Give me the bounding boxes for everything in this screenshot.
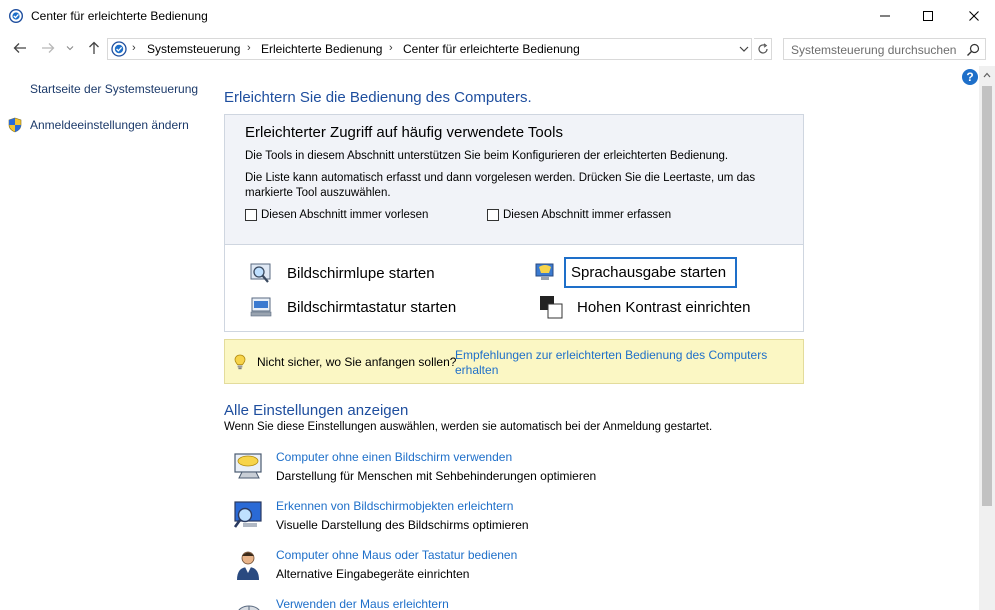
checkbox-box[interactable] (245, 209, 257, 221)
quick-access-title: Erleichterter Zugriff auf häufig verwend… (245, 124, 563, 141)
vertical-scrollbar[interactable] (979, 66, 995, 610)
maximize-button[interactable] (905, 0, 951, 32)
checkbox-box[interactable] (487, 209, 499, 221)
refresh-button[interactable] (754, 38, 772, 60)
keyboard-focus-outline (564, 257, 737, 288)
checkbox-label: Diesen Abschnitt immer erfassen (503, 209, 672, 221)
monitor-speech-icon (234, 453, 262, 479)
setting-without-display-link[interactable]: Computer ohne einen Bildschirm verwenden (276, 450, 512, 464)
start-on-screen-keyboard-button[interactable]: Bildschirmtastatur starten (249, 295, 456, 319)
scroll-up-icon[interactable] (983, 72, 991, 78)
address-dropdown-icon[interactable] (737, 42, 751, 56)
breadcrumb-separator: › (247, 42, 251, 54)
close-button[interactable] (951, 0, 995, 32)
breadcrumb-erleichterte-bedienung[interactable]: Erleichterte Bedienung (261, 42, 382, 56)
quick-access-tools-panel: Erleichterter Zugriff auf häufig verwend… (224, 114, 804, 332)
narrator-icon (535, 263, 554, 280)
chevron-down-icon (66, 46, 74, 51)
refresh-icon (757, 43, 768, 54)
get-recommendations-link[interactable]: Empfehlungen zur erleichterten Bedienung… (455, 348, 785, 378)
setting-easier-to-see: Erkennen von Bildschirmobjekten erleicht… (232, 499, 832, 539)
lightbulb-icon (234, 354, 246, 370)
forward-button[interactable] (38, 39, 58, 57)
arrow-right-icon (42, 43, 55, 53)
breadcrumb-separator: › (389, 42, 393, 54)
title-bar: Center für erleichterte Bedienung (0, 0, 995, 32)
maximize-icon (923, 11, 933, 21)
search-box[interactable] (783, 38, 986, 60)
on-screen-keyboard-label: Bildschirmtastatur starten (287, 298, 457, 316)
ease-of-access-icon (9, 9, 23, 23)
all-settings-heading: Alle Einstellungen anzeigen (224, 402, 409, 419)
help-icon: ? (966, 70, 974, 84)
uac-shield-icon (8, 117, 22, 133)
setting-easier-mouse-link[interactable]: Verwenden der Maus erleichtern (276, 597, 449, 610)
setting-without-mouse-keyboard-description: Alternative Eingabegeräte einrichten (276, 567, 470, 581)
address-bar[interactable]: › Systemsteuerung › Erleichterte Bedienu… (107, 38, 752, 60)
magnifier-label: Bildschirmlupe starten (287, 264, 435, 282)
arrow-up-icon (89, 41, 99, 54)
setting-easier-to-see-description: Visuelle Darstellung des Bildschirms opt… (276, 518, 529, 532)
setting-without-display: Computer ohne einen Bildschirm verwenden… (232, 450, 832, 490)
high-contrast-label: Hohen Kontrast einrichten (577, 298, 751, 316)
control-panel-icon (111, 41, 127, 57)
arrow-left-icon (13, 43, 26, 53)
setting-without-mouse-keyboard-link[interactable]: Computer ohne Maus oder Tastatur bediene… (276, 548, 517, 562)
always-read-checkbox[interactable]: Diesen Abschnitt immer vorlesen (245, 209, 428, 221)
back-button[interactable] (10, 39, 30, 57)
setup-high-contrast-button[interactable]: Hohen Kontrast einrichten (539, 295, 750, 319)
window-title: Center für erleichterte Bedienung (31, 9, 208, 23)
help-button[interactable]: ? (962, 69, 978, 85)
setting-without-mouse-keyboard: Computer ohne Maus oder Tastatur bediene… (232, 548, 832, 588)
start-magnifier-button[interactable]: Bildschirmlupe starten (249, 261, 435, 285)
page-title: Erleichtern Sie die Bedienung des Comput… (224, 89, 532, 106)
up-button[interactable] (84, 39, 104, 57)
setting-easier-mouse: Verwenden der Maus erleichtern (232, 597, 832, 610)
setting-easier-to-see-link[interactable]: Erkennen von Bildschirmobjekten erleicht… (276, 499, 513, 513)
search-input[interactable] (791, 42, 961, 57)
keyboard-icon (250, 297, 272, 317)
quick-access-description: Die Tools in diesem Abschnitt unterstütz… (245, 150, 729, 162)
close-icon (969, 11, 979, 21)
mouse-icon (238, 605, 260, 610)
tip-label: Nicht sicher, wo Sie anfangen sollen? (257, 355, 457, 369)
breadcrumb-center[interactable]: Center für erleichterte Bedienung (403, 42, 580, 56)
breadcrumb-systemsteuerung[interactable]: Systemsteuerung (147, 42, 240, 56)
logon-settings-link[interactable]: Anmeldeeinstellungen ändern (30, 118, 189, 132)
search-icon[interactable] (966, 43, 980, 57)
control-panel-home-link[interactable]: Startseite der Systemsteuerung (30, 82, 198, 96)
high-contrast-icon (540, 296, 563, 319)
recommendation-tip: Nicht sicher, wo Sie anfangen sollen? Em… (224, 339, 804, 384)
monitor-magnifier-icon (233, 501, 262, 528)
quick-access-scan-description: Die Liste kann automatisch erfasst und d… (245, 172, 756, 199)
quick-access-header: Erleichterter Zugriff auf häufig verwend… (225, 115, 803, 245)
recent-pages-button[interactable] (63, 39, 77, 57)
checkbox-label: Diesen Abschnitt immer vorlesen (261, 209, 429, 221)
all-settings-description: Wenn Sie diese Einstellungen auswählen, … (224, 421, 713, 433)
breadcrumb-separator: › (132, 42, 136, 54)
minimize-icon (880, 15, 890, 17)
always-scan-checkbox[interactable]: Diesen Abschnitt immer erfassen (487, 209, 671, 221)
setting-without-display-description: Darstellung für Menschen mit Sehbehinder… (276, 469, 597, 483)
user-headset-icon (237, 551, 259, 580)
scrollbar-thumb[interactable] (982, 86, 992, 506)
minimize-button[interactable] (862, 0, 908, 32)
magnifier-icon (250, 263, 271, 283)
